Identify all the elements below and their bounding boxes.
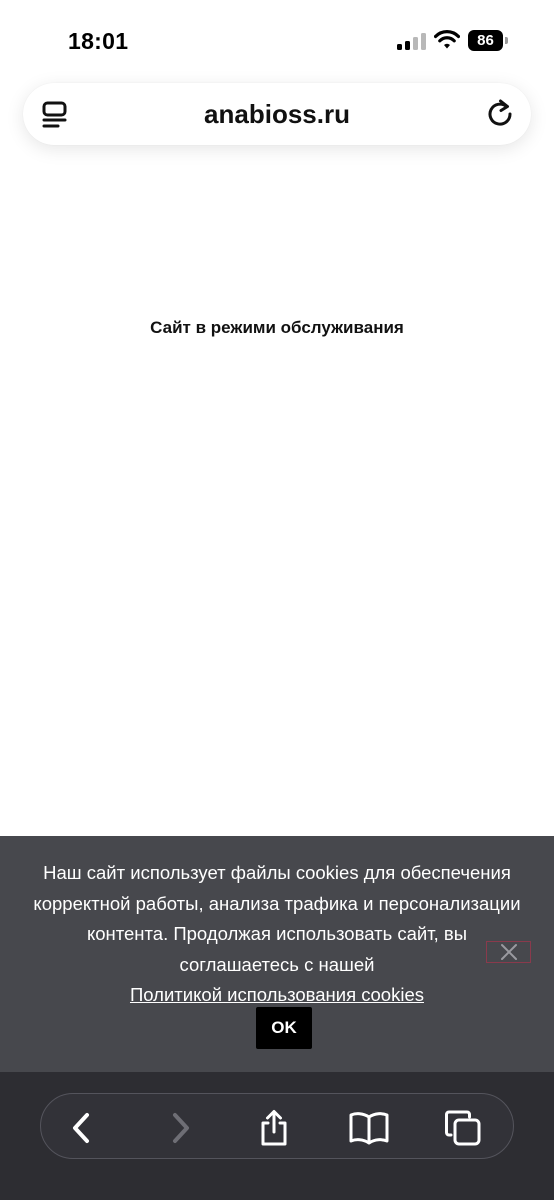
maintenance-message: Сайт в режими обслуживания (150, 318, 404, 337)
battery-tip (505, 37, 508, 44)
toolbar-pill (40, 1093, 514, 1159)
tabs-icon[interactable] (39, 97, 73, 131)
battery-icon: 86 (468, 30, 510, 51)
share-button[interactable] (252, 1106, 296, 1150)
cookie-message: Наш сайт использует файлы cookies для об… (33, 862, 521, 975)
reload-icon[interactable] (483, 97, 517, 131)
bookmarks-icon (349, 1112, 389, 1145)
status-bar: 18:01 86 (0, 0, 554, 80)
share-icon (261, 1110, 287, 1146)
forward-icon (173, 1113, 189, 1143)
bookmarks-button[interactable] (347, 1106, 391, 1150)
cookie-ok-button[interactable]: OK (256, 1007, 312, 1049)
back-icon (73, 1113, 89, 1143)
signal-icon (397, 32, 427, 50)
url-field[interactable]: anabioss.ru (103, 83, 451, 145)
cookie-banner: Наш сайт использует файлы cookies для об… (0, 836, 554, 1072)
browser-toolbar (0, 1072, 554, 1200)
status-time: 18:01 (68, 28, 129, 54)
battery-level: 86 (468, 30, 503, 51)
address-bar[interactable]: anabioss.ru (23, 83, 531, 145)
cookie-text-block: Наш сайт использует файлы cookies для об… (30, 858, 524, 1011)
tabs-overview-button[interactable] (441, 1106, 485, 1150)
tabs-overview-icon (445, 1110, 481, 1146)
forward-button[interactable] (158, 1106, 202, 1150)
close-icon (500, 944, 517, 960)
cookie-policy-link[interactable]: Политикой использования cookies (130, 984, 424, 1005)
cookie-close-button[interactable] (486, 941, 531, 963)
wifi-icon (433, 29, 461, 51)
back-button[interactable] (60, 1106, 104, 1150)
